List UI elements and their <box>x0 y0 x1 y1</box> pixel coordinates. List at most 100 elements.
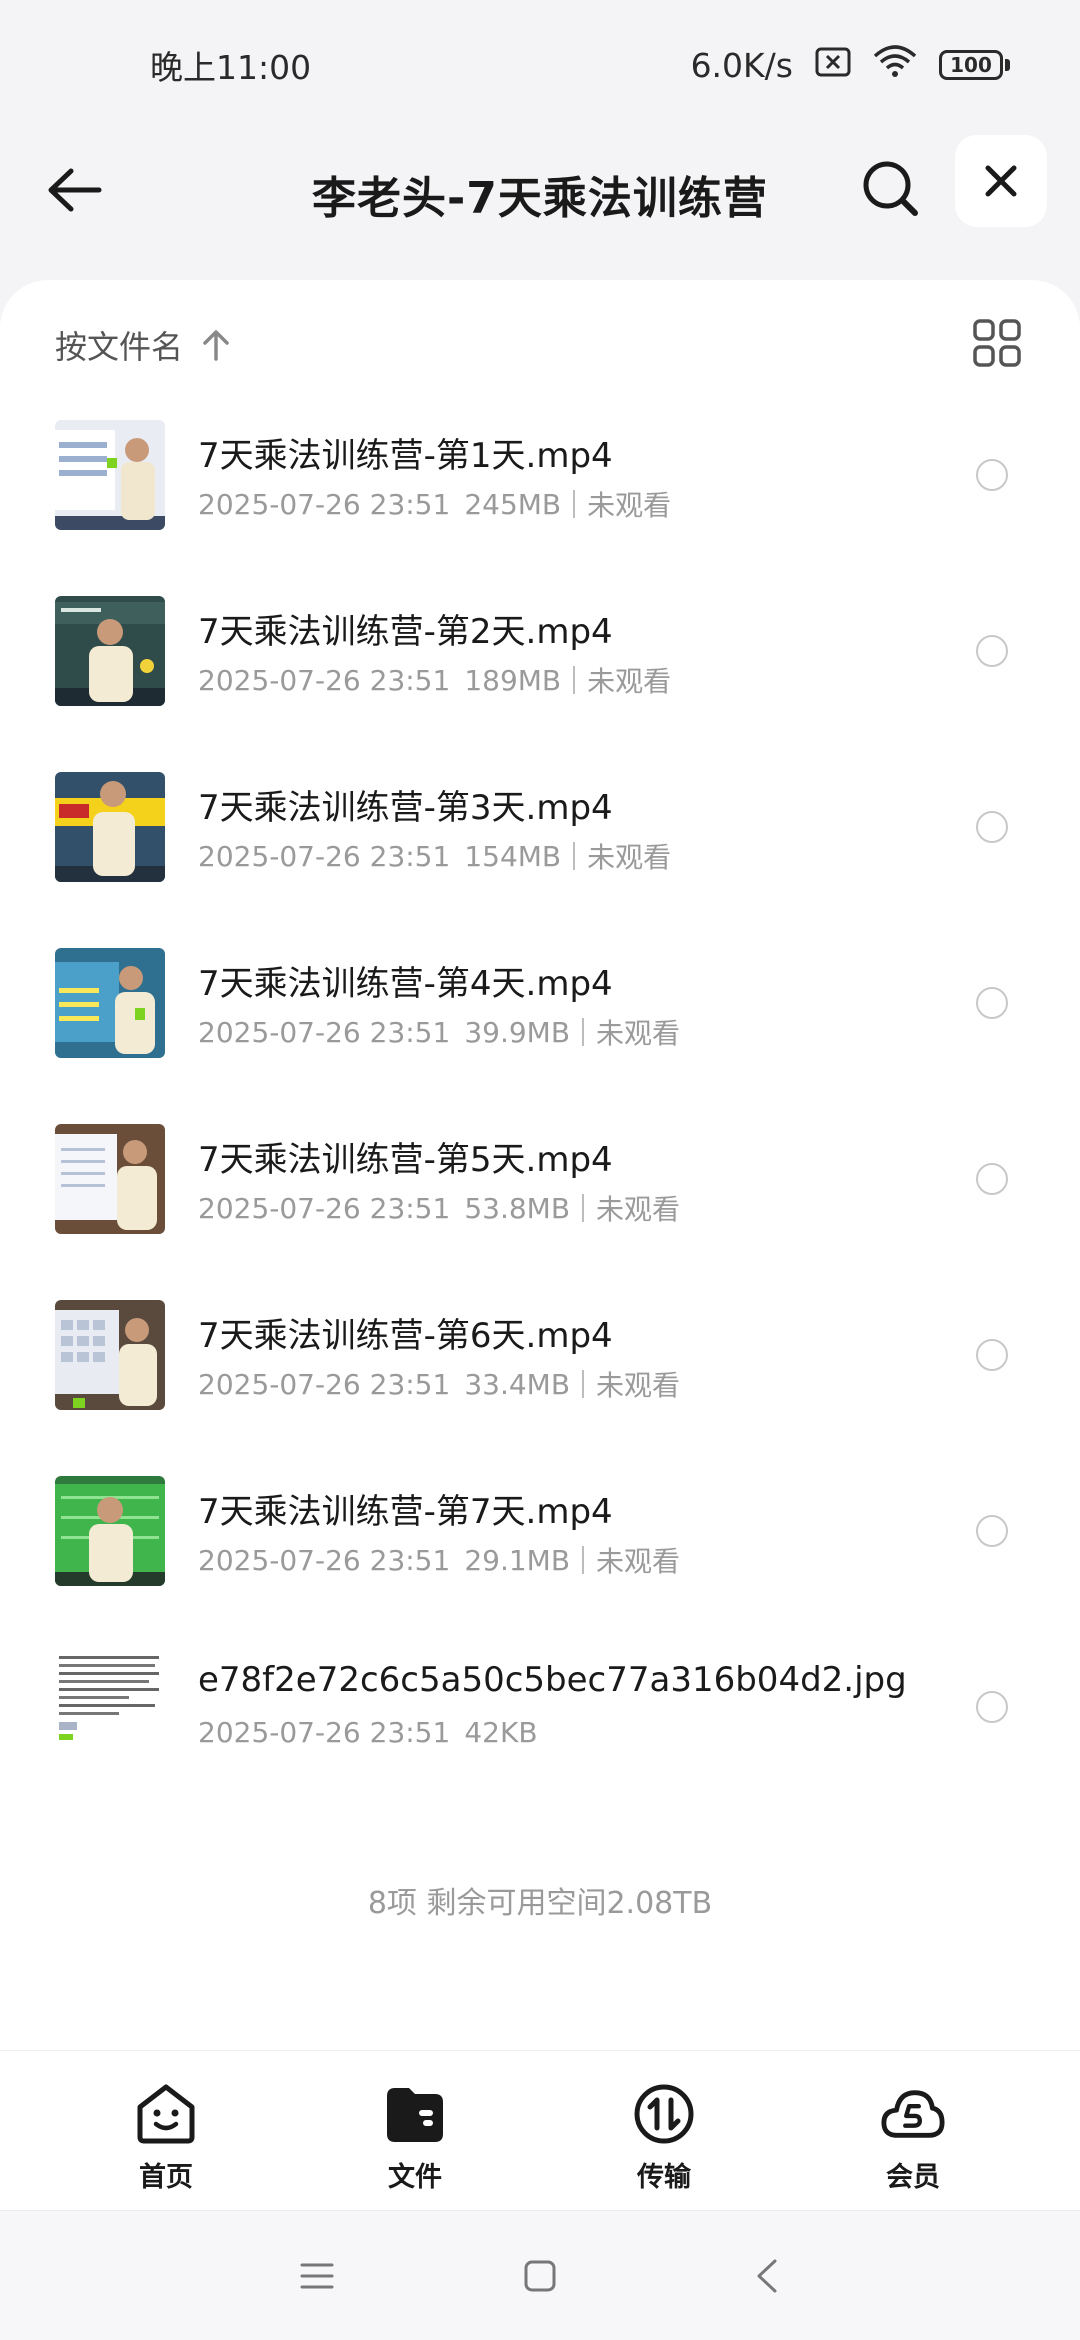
file-name: 7天乘法训练营-第6天.mp4 <box>198 1316 613 1356</box>
video-thumbnail <box>55 948 165 1058</box>
file-meta: 2025-07-26 23:51 245MB 未观看 <box>198 484 671 524</box>
file-size: 245MB <box>464 487 562 521</box>
file-date: 2025-07-26 23:51 <box>198 839 451 873</box>
bottom-nav: 首页 文件 传输 会员 <box>0 2050 1080 2210</box>
select-radio[interactable] <box>976 987 1008 1019</box>
file-date: 2025-07-26 23:51 <box>198 1716 451 1749</box>
menu-button[interactable] <box>292 2251 342 2301</box>
select-radio[interactable] <box>976 1515 1008 1547</box>
header: 李老头-7天乘法训练营 <box>0 130 1080 280</box>
nav-files-label: 文件 <box>388 2162 442 2193</box>
cloud-member-icon <box>881 2090 945 2138</box>
file-name: 7天乘法训练营-第7天.mp4 <box>198 1492 613 1532</box>
nav-home-label: 首页 <box>139 2162 193 2193</box>
select-radio[interactable] <box>976 1691 1008 1723</box>
select-radio[interactable] <box>976 1163 1008 1195</box>
app-root: 晚上11:00 6.0K/s 100 李老头-7天乘法训练营 按文件名 7天乘法… <box>0 0 1080 2340</box>
search-button[interactable] <box>852 150 928 226</box>
system-back-button[interactable] <box>742 2251 792 2301</box>
select-radio[interactable] <box>976 811 1008 843</box>
grid-view-button[interactable] <box>972 318 1022 368</box>
video-thumbnail <box>55 420 165 530</box>
watch-status: 未观看 <box>596 1545 681 1578</box>
file-size: 189MB <box>464 663 562 697</box>
folder-icon <box>387 2088 443 2142</box>
nav-transfer[interactable]: 传输 <box>594 2081 734 2201</box>
file-meta: 2025-07-26 23:51 189MB 未观看 <box>198 660 671 700</box>
file-content-card: 按文件名 7天乘法训练营-第1天.mp4 2025-07-26 23:51 24… <box>0 280 1080 2050</box>
video-thumbnail <box>55 772 165 882</box>
home-smile-icon <box>137 2084 195 2144</box>
nav-member[interactable]: 会员 <box>843 2081 983 2201</box>
file-size: 39.9MB <box>464 1015 571 1049</box>
chevron-left-icon <box>757 2259 777 2293</box>
file-name: 7天乘法训练营-第3天.mp4 <box>198 788 613 828</box>
watch-status: 未观看 <box>596 1193 681 1226</box>
file-name: 7天乘法训练营-第2天.mp4 <box>198 612 613 652</box>
file-name: 7天乘法训练营-第5天.mp4 <box>198 1140 613 1180</box>
file-date: 2025-07-26 23:51 <box>198 1191 451 1225</box>
video-thumbnail <box>55 1124 165 1234</box>
file-name: e78f2e72c6c5a50c5bec77a316b04d2.jpg <box>198 1660 907 1700</box>
status-right: 6.0K/s 100 <box>691 44 1010 86</box>
file-meta: 2025-07-26 23:51 42KB <box>198 1716 538 1749</box>
file-meta: 2025-07-26 23:51 154MB 未观看 <box>198 836 671 876</box>
sort-label: 按文件名 <box>55 328 184 366</box>
file-date: 2025-07-26 23:51 <box>198 1367 451 1401</box>
file-row[interactable]: 7天乘法训练营-第4天.mp4 2025-07-26 23:51 39.9MB … <box>0 948 1080 1124</box>
file-name: 7天乘法训练营-第4天.mp4 <box>198 964 613 1004</box>
home-button[interactable] <box>515 2251 565 2301</box>
file-row[interactable]: 7天乘法训练营-第7天.mp4 2025-07-26 23:51 29.1MB … <box>0 1476 1080 1652</box>
file-meta: 2025-07-26 23:51 39.9MB 未观看 <box>198 1012 680 1052</box>
system-nav-bar <box>0 2210 1080 2340</box>
sim-disabled-icon <box>815 46 851 85</box>
file-size: 53.8MB <box>464 1191 571 1225</box>
file-date: 2025-07-26 23:51 <box>198 1543 451 1577</box>
nav-member-label: 会员 <box>886 2162 940 2193</box>
file-row[interactable]: e78f2e72c6c5a50c5bec77a316b04d2.jpg 2025… <box>0 1652 1080 1828</box>
nav-transfer-label: 传输 <box>637 2162 691 2193</box>
battery-icon: 100 <box>939 50 1010 80</box>
image-thumbnail <box>55 1652 165 1762</box>
file-date: 2025-07-26 23:51 <box>198 1015 451 1049</box>
watch-status: 未观看 <box>587 489 672 522</box>
select-radio[interactable] <box>976 635 1008 667</box>
video-thumbnail <box>55 1476 165 1586</box>
square-icon <box>524 2260 556 2292</box>
select-radio[interactable] <box>976 1339 1008 1371</box>
grid-icon <box>973 319 1021 367</box>
battery-level: 100 <box>950 53 992 77</box>
transfer-icon <box>634 2084 694 2144</box>
file-meta: 2025-07-26 23:51 53.8MB 未观看 <box>198 1188 680 1228</box>
search-icon <box>863 161 918 216</box>
watch-status: 未观看 <box>596 1369 681 1402</box>
video-thumbnail <box>55 1300 165 1410</box>
file-meta: 2025-07-26 23:51 33.4MB 未观看 <box>198 1364 680 1404</box>
arrow-up-icon <box>203 330 229 361</box>
status-time: 晚上11:00 <box>150 48 312 87</box>
nav-home[interactable]: 首页 <box>96 2081 236 2201</box>
storage-summary: 8项 剩余可用空间2.08TB <box>367 1886 713 1921</box>
select-radio[interactable] <box>976 459 1008 491</box>
sort-toggle[interactable]: 按文件名 <box>55 322 231 368</box>
file-row[interactable]: 7天乘法训练营-第3天.mp4 2025-07-26 23:51 154MB 未… <box>0 772 1080 948</box>
network-speed: 6.0K/s <box>690 45 793 85</box>
file-size: 29.1MB <box>464 1543 571 1577</box>
file-row[interactable]: 7天乘法训练营-第1天.mp4 2025-07-26 23:51 245MB 未… <box>0 420 1080 596</box>
file-date: 2025-07-26 23:51 <box>198 663 451 697</box>
wifi-icon <box>873 44 917 86</box>
file-size: 42KB <box>464 1716 538 1749</box>
nav-files[interactable]: 文件 <box>345 2081 485 2201</box>
file-row[interactable]: 7天乘法训练营-第6天.mp4 2025-07-26 23:51 33.4MB … <box>0 1300 1080 1476</box>
menu-icon <box>300 2263 334 2289</box>
file-list: 7天乘法训练营-第1天.mp4 2025-07-26 23:51 245MB 未… <box>0 420 1080 1828</box>
file-name: 7天乘法训练营-第1天.mp4 <box>198 436 613 476</box>
close-icon <box>985 165 1017 197</box>
file-row[interactable]: 7天乘法训练营-第5天.mp4 2025-07-26 23:51 53.8MB … <box>0 1124 1080 1300</box>
close-button[interactable] <box>955 135 1047 227</box>
file-row[interactable]: 7天乘法训练营-第2天.mp4 2025-07-26 23:51 189MB 未… <box>0 596 1080 772</box>
file-date: 2025-07-26 23:51 <box>198 487 451 521</box>
file-meta: 2025-07-26 23:51 29.1MB 未观看 <box>198 1540 680 1580</box>
file-size: 33.4MB <box>464 1367 571 1401</box>
watch-status: 未观看 <box>587 665 672 698</box>
